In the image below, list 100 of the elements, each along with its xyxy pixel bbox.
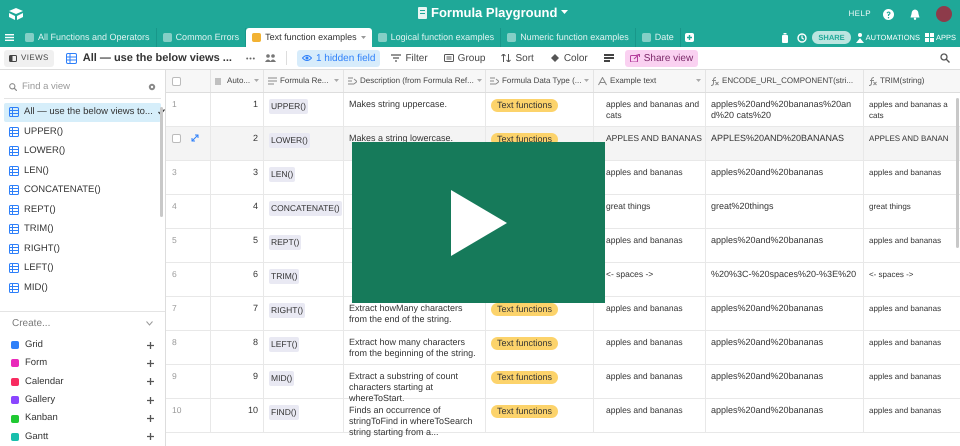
- search-icon[interactable]: [940, 53, 950, 63]
- more-icon[interactable]: [246, 56, 255, 60]
- create-view-item[interactable]: Form: [0, 354, 165, 373]
- avatar-icon[interactable]: [936, 6, 952, 22]
- category-tag: Text functions: [491, 303, 558, 316]
- view-item[interactable]: REPT(): [4, 200, 161, 220]
- record-link-chip[interactable]: UPPER(): [269, 99, 308, 114]
- tab[interactable]: Text function examples: [246, 28, 372, 47]
- view-item[interactable]: LEN(): [4, 161, 161, 181]
- row-checkbox[interactable]: [172, 134, 181, 143]
- table-cell-text: great things: [606, 201, 652, 212]
- create-view-item[interactable]: Gallery: [0, 390, 165, 410]
- logo-icon[interactable]: [8, 7, 24, 21]
- search-field[interactable]: Find a view: [22, 80, 143, 94]
- grid-view-icon: [9, 166, 19, 176]
- caret-icon: [334, 79, 339, 83]
- column-header[interactable]: Auto...: [211, 70, 264, 92]
- view-item[interactable]: RIGHT(): [4, 239, 161, 259]
- tab-icon: [507, 33, 516, 42]
- table-cell-text: apples%20and%20bananas: [711, 337, 824, 348]
- scrollbar[interactable]: [160, 106, 163, 217]
- column-header[interactable]: TRIM(string): [864, 70, 960, 92]
- people-icon[interactable]: [264, 54, 276, 62]
- table-cell-text: apples and bananas: [606, 235, 684, 246]
- table-cell-text: apples%20and%20bananas: [711, 167, 824, 178]
- history-icon[interactable]: [797, 32, 808, 42]
- view-label: TRIM(): [24, 222, 54, 236]
- tab-icon: [252, 33, 262, 42]
- view-name[interactable]: All — use the below views ...: [82, 50, 232, 66]
- sort-button[interactable]: Sort: [496, 50, 539, 66]
- group-button[interactable]: Group: [438, 50, 490, 66]
- share-view-button[interactable]: Share view: [624, 50, 698, 66]
- table-cell-text: Extract howMany characters from the end of the string.: [349, 303, 464, 325]
- views-toggle[interactable]: VIEWS: [4, 50, 54, 66]
- record-link-chip[interactable]: TRIM(): [269, 269, 300, 284]
- document-icon: [418, 6, 427, 18]
- table-cell-text: apples and bananas: [606, 167, 684, 178]
- scrollbar[interactable]: [956, 98, 959, 248]
- view-label: LEN(): [24, 164, 49, 178]
- column-header[interactable]: Description (from Formula Ref...: [344, 70, 486, 92]
- row-number: 3: [172, 167, 177, 178]
- apps-icon: [924, 33, 934, 42]
- table-cell: 2: [252, 133, 258, 143]
- record-link-chip[interactable]: LEN(): [269, 167, 296, 182]
- record-link-chip[interactable]: MID(): [269, 371, 294, 386]
- view-item[interactable]: MID(): [4, 278, 161, 298]
- add-tab-icon[interactable]: [684, 33, 694, 42]
- menu-icon[interactable]: [5, 34, 14, 41]
- share-icon: [630, 54, 640, 62]
- view-label: UPPER(): [24, 124, 64, 139]
- tab-icon: [642, 33, 651, 42]
- view-label: MID(): [24, 280, 48, 295]
- record-link-chip[interactable]: REPT(): [269, 235, 302, 250]
- caret-icon: [584, 79, 590, 83]
- grid-view-icon: [9, 107, 19, 118]
- view-item[interactable]: CONCATENATE(): [4, 180, 161, 200]
- expand-icon[interactable]: [191, 134, 199, 142]
- table-cell: 9: [252, 371, 258, 381]
- chevron-icon[interactable]: [146, 321, 153, 326]
- view-item[interactable]: LOWER(): [4, 142, 161, 162]
- column-header[interactable]: Formula Re...: [264, 70, 344, 92]
- view-item[interactable]: TRIM(): [4, 220, 161, 240]
- create-view-item[interactable]: Calendar: [0, 372, 165, 391]
- create-view-item[interactable]: Kanban: [0, 409, 165, 428]
- settings-icon[interactable]: [148, 82, 156, 91]
- table-cell-text: apples and bananas and cats: [606, 99, 700, 121]
- add-icon: [147, 415, 154, 422]
- record-link-chip[interactable]: LOWER(): [269, 133, 310, 148]
- create-view-item[interactable]: Gantt: [0, 428, 165, 446]
- grid-view-icon: [9, 126, 19, 137]
- bell-icon[interactable]: [910, 8, 920, 20]
- column-header[interactable]: Example text: [594, 70, 706, 92]
- tab-icon: [162, 33, 172, 42]
- trash-icon[interactable]: [782, 32, 788, 42]
- color-button[interactable]: Color: [544, 50, 593, 66]
- record-link-chip[interactable]: LEFT(): [269, 337, 300, 352]
- record-link-chip[interactable]: FIND(): [269, 405, 298, 420]
- column-header[interactable]: ENCODE_URL_COMPONENT(stri...: [706, 70, 864, 92]
- play-icon: [450, 190, 506, 256]
- row-number: 10: [172, 405, 182, 416]
- play-button[interactable]: [352, 142, 605, 303]
- view-item[interactable]: UPPER(): [4, 122, 161, 142]
- row-number: 8: [172, 337, 177, 348]
- table-cell-text: APPLES AND BANAN: [869, 133, 950, 144]
- view-label: LOWER(): [24, 144, 66, 158]
- filter-button[interactable]: Filter: [386, 50, 433, 66]
- filter-icon: [391, 54, 402, 62]
- add-icon: [147, 396, 154, 404]
- select-all-checkbox[interactable]: [172, 76, 181, 86]
- view-label: REPT(): [24, 202, 56, 217]
- table-cell-text: apples and bananas: [869, 167, 942, 178]
- column-header[interactable]: Formula Data Type (...: [486, 70, 594, 92]
- view-item[interactable]: LEFT(): [4, 258, 161, 278]
- automation-icon: [856, 32, 864, 42]
- add-icon: [147, 433, 154, 440]
- record-link-chip[interactable]: CONCATENATE(): [269, 201, 342, 216]
- table-cell-text: apples%20and%20bananas: [711, 235, 824, 246]
- record-link-chip[interactable]: RIGHT(): [269, 303, 306, 318]
- create-view-item[interactable]: Grid: [0, 336, 165, 354]
- help-icon[interactable]: [883, 8, 894, 20]
